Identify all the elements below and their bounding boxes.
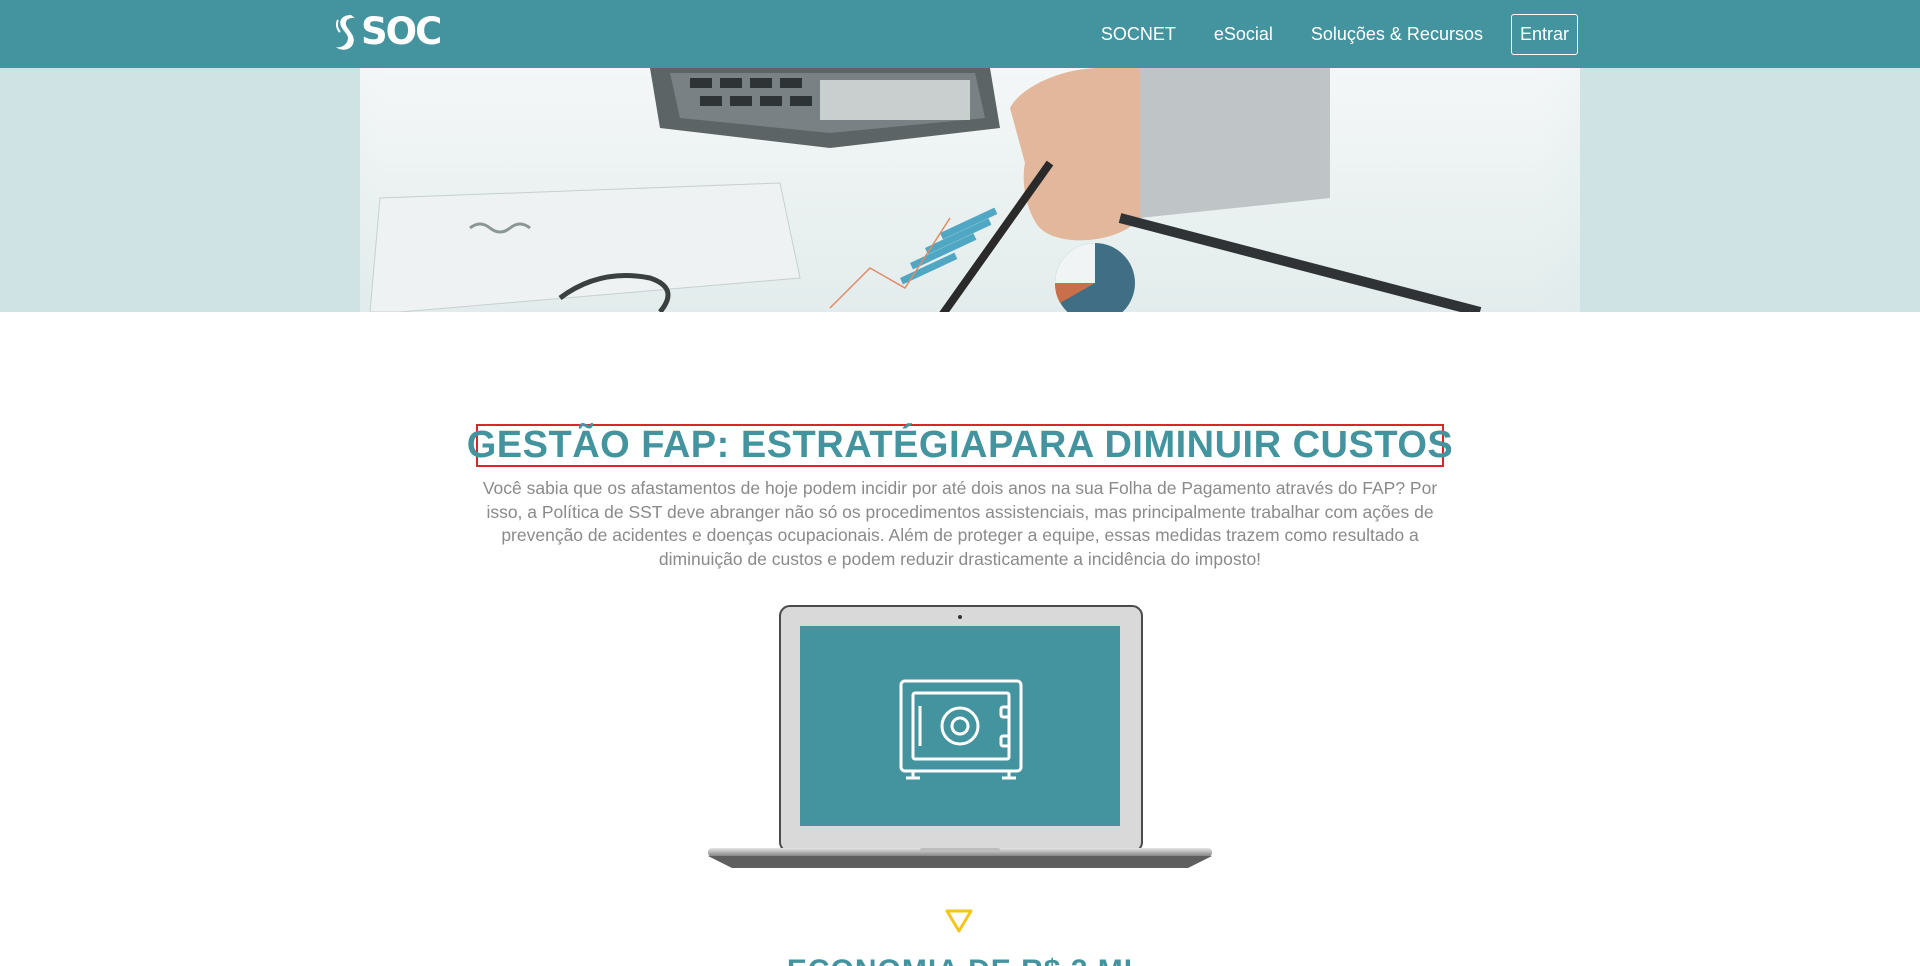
hero-banner-image [0,68,1920,312]
nav-item-esocial[interactable]: eSocial [1214,24,1273,45]
triangle-down-icon[interactable] [944,908,974,934]
main-nav: SOCNET eSocial Soluções & Recursos Entra… [1101,0,1578,68]
soc-logo-mark-icon [335,15,355,50]
logo-text: SOC [361,10,442,53]
top-navbar: SOC SOCNET eSocial Soluções & Recursos E… [0,0,1920,68]
laptop-illustration [708,605,1212,868]
desk-photo-illustration [0,68,1920,312]
section-subtitle: ECONOMIA DE R$ 2 MI [0,954,1920,966]
section-title-frame: GESTÃO FAP: ESTRATÉGIAPARA DIMINUIR CUST… [467,424,1453,467]
login-button[interactable]: Entrar [1510,13,1578,55]
soc-logo[interactable]: SOC [333,10,442,53]
nav-item-socnet[interactable]: SOCNET [1101,24,1176,45]
page-title: GESTÃO FAP: ESTRATÉGIAPARA DIMINUIR CUST… [466,424,1454,466]
nav-item-solucoes-recursos[interactable]: Soluções & Recursos [1311,24,1483,45]
section-description: Você sabia que os afastamentos de hoje p… [482,478,1438,569]
